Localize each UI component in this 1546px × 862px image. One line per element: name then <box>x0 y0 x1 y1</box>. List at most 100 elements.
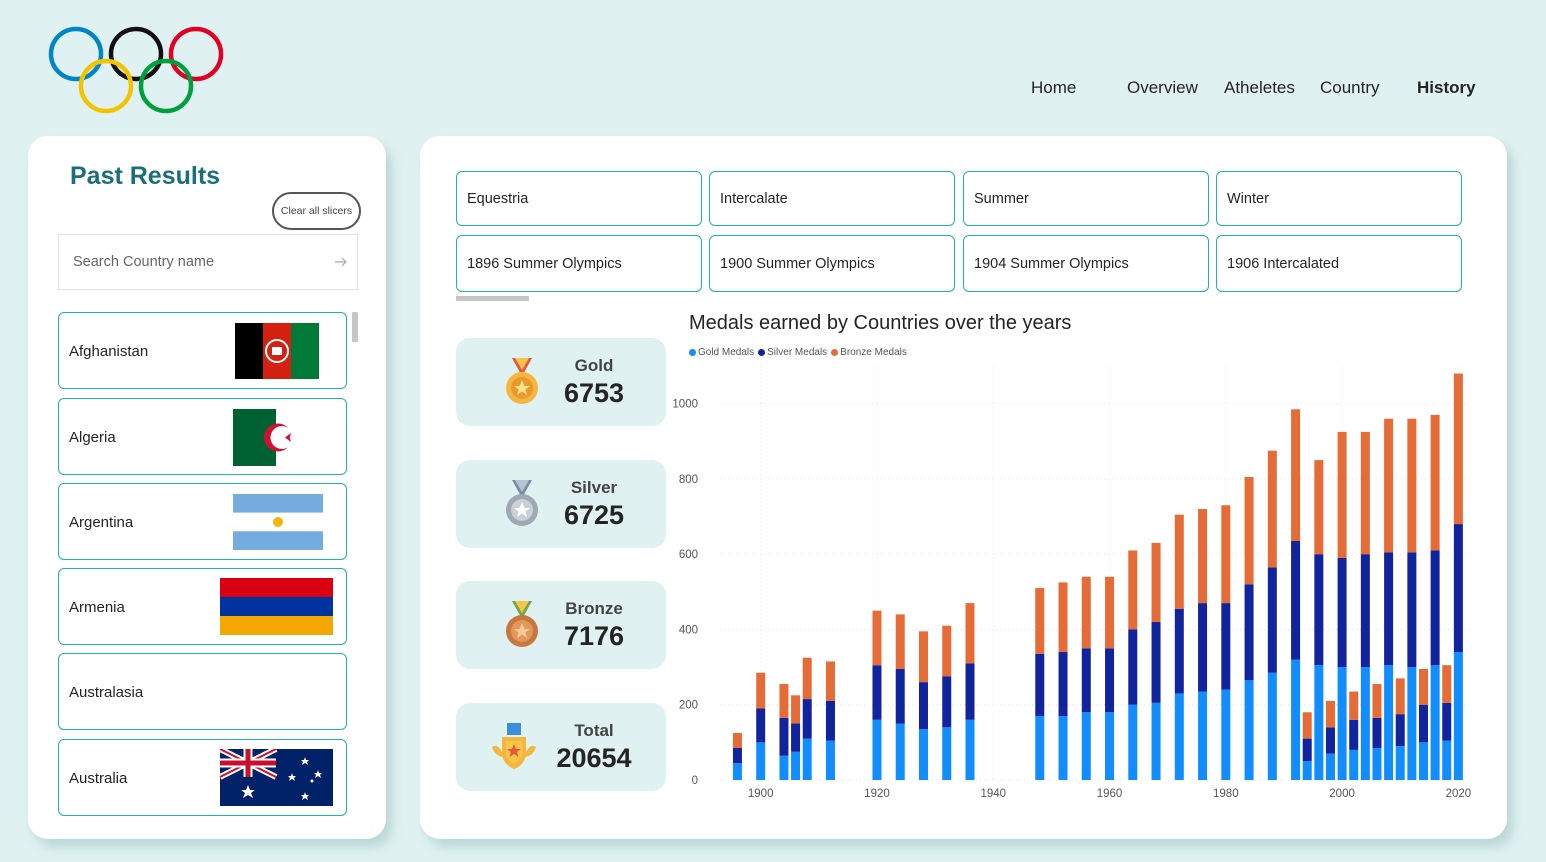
bar-segment-gold <box>918 729 928 780</box>
nav-history[interactable]: History <box>1417 78 1476 98</box>
bar-segment-bronze <box>1337 431 1347 558</box>
bar-segment-bronze <box>895 614 905 669</box>
country-item-armenia[interactable]: Armenia <box>58 568 347 645</box>
x-tick-label: 1980 <box>1213 788 1239 800</box>
x-tick-label: 1920 <box>864 788 890 800</box>
bar-segment-bronze <box>1244 477 1254 585</box>
country-name: Australasia <box>69 684 144 701</box>
nav-home[interactable]: Home <box>1031 78 1076 98</box>
x-tick-label: 2020 <box>1446 788 1472 800</box>
slicer-games-1900[interactable]: 1900 Summer Olympics <box>709 235 955 292</box>
bar-segment-gold <box>732 763 742 780</box>
bar-segment-silver <box>1035 653 1045 717</box>
legend-item-silver: Silver Medals <box>758 347 827 358</box>
clear-all-slicers-button[interactable]: Clear all slicers <box>272 192 361 230</box>
bar-segment-bronze <box>1453 373 1463 525</box>
nav-atheletes[interactable]: Atheletes <box>1224 78 1295 98</box>
medals-stacked-bar-chart: 0 200 400 600 800 1000 1900 1920 1940 1960 1980 200… <box>672 366 1472 800</box>
slicer-scrollbar[interactable] <box>456 296 529 301</box>
slicer-season-intercalate[interactable]: Intercalate <box>709 171 955 226</box>
bar-segment-bronze <box>1198 509 1208 604</box>
slicer-season-winter[interactable]: Winter <box>1216 171 1462 226</box>
bar-segment-silver <box>779 717 789 756</box>
country-name: Australia <box>69 770 128 787</box>
bar-segment-gold <box>1081 712 1091 780</box>
bar-segment-gold <box>1174 693 1184 780</box>
kpi-label: Silver <box>570 478 618 497</box>
bar-segment-silver <box>1372 717 1382 749</box>
bar-segment-silver <box>895 668 905 724</box>
bar-segment-silver <box>1128 629 1138 705</box>
bar-segment-bronze <box>1418 668 1428 705</box>
kpi-value: 20654 <box>556 743 632 773</box>
bar-segment-bronze <box>872 610 882 666</box>
bar-segment-gold <box>1453 652 1463 780</box>
bar-segment-silver <box>1291 541 1301 660</box>
x-tick-label: 1960 <box>1097 788 1123 800</box>
bronze-medal-icon <box>506 601 538 647</box>
bar-segment-silver <box>965 663 975 720</box>
arrow-right-icon[interactable] <box>333 253 349 271</box>
bar-segment-bronze <box>1267 450 1277 568</box>
bar-segment-gold <box>1128 704 1138 780</box>
bar-segment-bronze <box>1128 550 1138 630</box>
bar-segment-gold <box>895 723 905 780</box>
bar-segment-silver <box>1058 652 1068 717</box>
olympic-rings-logo <box>48 26 224 114</box>
panel-title: Past Results <box>70 162 221 190</box>
bar-segment-bronze <box>756 672 766 709</box>
chart-title: Medals earned by Countries over the year… <box>689 312 1072 334</box>
bar-segment-silver <box>1395 714 1405 747</box>
bar-segment-gold <box>1267 672 1277 780</box>
bar-segment-silver <box>1442 702 1452 741</box>
bar-segment-silver <box>1407 552 1417 668</box>
kpi-label: Total <box>574 721 614 740</box>
slicer-games-1904[interactable]: 1904 Summer Olympics <box>963 235 1209 292</box>
legend-label: Silver Medals <box>767 347 828 358</box>
argentina-flag <box>233 494 323 550</box>
bar-segment-bronze <box>1384 418 1394 553</box>
bar-segment-silver <box>1174 608 1184 694</box>
bar-segment-bronze <box>1314 460 1324 555</box>
armenia-flag <box>220 578 333 635</box>
slicer-season-summer[interactable]: Summer <box>963 171 1209 226</box>
list-scrollbar[interactable] <box>352 312 358 342</box>
country-search-input[interactable] <box>73 235 323 289</box>
silver-medal-icon <box>506 480 538 526</box>
bar-segment-bronze <box>965 603 975 664</box>
country-item-afghanistan[interactable]: Afghanistan <box>58 312 347 389</box>
legend-dot <box>758 349 766 356</box>
bar-segment-silver <box>918 682 928 730</box>
slicer-games-1906[interactable]: 1906 Intercalated <box>1216 235 1462 292</box>
country-item-argentina[interactable]: Argentina <box>58 483 347 560</box>
bar-segment-bronze <box>1430 414 1440 551</box>
y-tick-label: 400 <box>679 624 698 636</box>
country-name: Armenia <box>69 599 125 616</box>
kpi-total-card: Total 20654 <box>456 703 666 791</box>
bar-segment-gold <box>1291 659 1301 780</box>
australia-flag <box>220 749 333 806</box>
bar-segment-silver <box>1221 603 1231 690</box>
slicer-games-1896[interactable]: 1896 Summer Olympics <box>456 235 702 292</box>
bar-segment-silver <box>1302 738 1312 762</box>
bar-segment-gold <box>1244 680 1254 780</box>
history-panel: Equestria Intercalate Summer Winter 1896… <box>420 136 1507 839</box>
bar-segment-gold <box>872 719 882 780</box>
kpi-gold-card: Gold 6753 <box>456 338 666 426</box>
bar-segment-gold <box>965 719 975 780</box>
country-item-algeria[interactable]: Algeria <box>58 398 347 475</box>
bar-segment-gold <box>1349 749 1359 780</box>
nav-country[interactable]: Country <box>1320 78 1380 98</box>
kpi-value: 6725 <box>563 500 625 530</box>
country-item-australia[interactable]: Australia <box>58 739 347 816</box>
bar-segment-silver <box>802 699 812 739</box>
y-tick-label: 800 <box>679 474 698 486</box>
slicer-season-equestria[interactable]: Equestria <box>456 171 702 226</box>
country-item-australasia[interactable]: Australasia <box>58 653 347 730</box>
bar-segment-silver <box>1081 648 1091 713</box>
nav-overview[interactable]: Overview <box>1127 78 1198 98</box>
country-name: Algeria <box>69 429 116 446</box>
bar-segment-gold <box>802 738 812 780</box>
bar-segment-bronze <box>1105 576 1115 649</box>
bar-segment-silver <box>1337 557 1347 668</box>
